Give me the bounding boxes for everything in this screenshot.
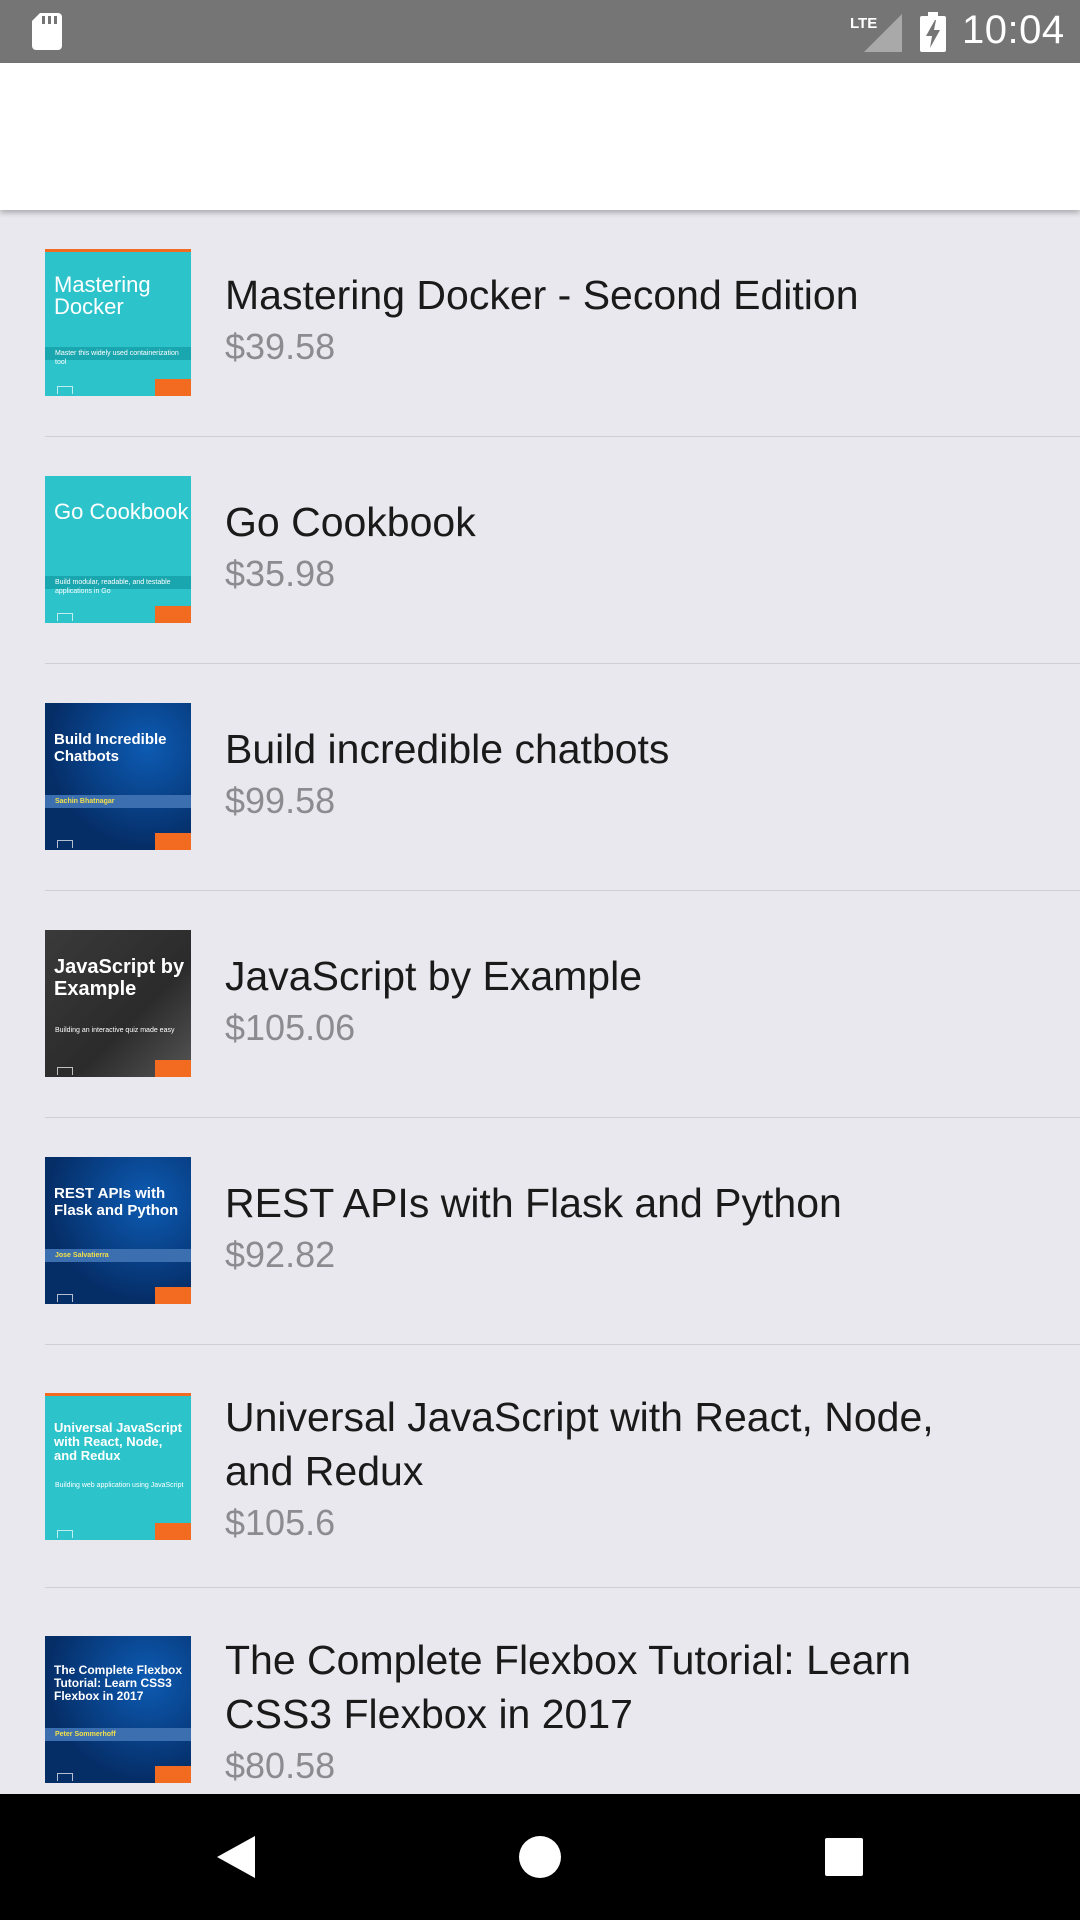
back-button[interactable] [203, 1824, 269, 1890]
book-cover: Mastering Docker Master this widely used… [45, 249, 191, 396]
book-title: Universal JavaScript with React, Node, a… [225, 1394, 934, 1494]
book-price: $92.82 [225, 1234, 336, 1275]
clock: 10:04 [962, 8, 1065, 52]
home-button[interactable] [507, 1824, 573, 1890]
cover-title: Universal JavaScript with React, Node, a… [54, 1420, 182, 1463]
cover-subtitle: Master this widely used containerization… [55, 350, 179, 366]
list-item[interactable]: Mastering Docker Master this widely used… [45, 210, 1080, 437]
recents-button[interactable] [811, 1824, 877, 1890]
cover-subtitle: Build modular, readable, and testable ap… [55, 579, 171, 595]
cover-author: Peter Sommerhoff [45, 1728, 191, 1741]
book-price: $35.98 [225, 553, 336, 594]
recents-square-icon [825, 1838, 863, 1876]
cover-author: Jose Salvatierra [45, 1249, 191, 1262]
book-title: Mastering Docker - Second Edition [225, 272, 859, 318]
book-title: JavaScript by Example [225, 953, 643, 999]
book-info: Universal JavaScript with React, Node, a… [225, 1390, 985, 1546]
book-price: $105.6 [225, 1502, 336, 1543]
book-title: The Complete Flexbox Tutorial: Learn CSS… [225, 1637, 911, 1737]
list-item[interactable]: JavaScript by Example Building an intera… [45, 891, 1080, 1118]
back-triangle-icon [217, 1836, 255, 1878]
status-bar: LTE 10:04 [0, 0, 1080, 63]
cover-title: Go Cookbook [54, 499, 189, 524]
cover-subtitle: Building an interactive quiz made easy [55, 1027, 175, 1034]
book-cover: JavaScript by Example Building an intera… [45, 930, 191, 1077]
cover-title: The Complete Flexbox Tutorial: Learn CSS… [54, 1663, 183, 1703]
book-title: Build incredible chatbots [225, 726, 670, 772]
list-item[interactable]: Go Cookbook Build modular, readable, and… [45, 437, 1080, 664]
home-circle-icon [519, 1836, 561, 1878]
cover-author: Sachin Bhatnagar [45, 795, 191, 808]
cover-title: REST APIs with Flask and Python [54, 1185, 179, 1219]
book-info: Go Cookbook $35.98 [225, 495, 476, 597]
battery-charging-icon [920, 12, 946, 52]
cover-title: JavaScript by Example [54, 956, 185, 1000]
lte-signal-icon: LTE [850, 14, 902, 52]
book-price: $80.58 [225, 1745, 336, 1786]
book-price: $99.58 [225, 780, 336, 821]
sd-card-icon [32, 13, 62, 50]
book-title: Go Cookbook [225, 499, 476, 545]
list-item[interactable]: REST APIs with Flask and Python Jose Sal… [45, 1118, 1080, 1345]
network-label: LTE [850, 15, 877, 32]
list-item[interactable]: Build Incredible Chatbots Sachin Bhatnag… [45, 664, 1080, 891]
book-info: Mastering Docker - Second Edition $39.58 [225, 268, 859, 370]
cover-title: Mastering Docker [54, 272, 151, 319]
app-bar [0, 63, 1080, 210]
navigation-bar [0, 1794, 1080, 1920]
book-price: $105.06 [225, 1007, 356, 1048]
book-info: REST APIs with Flask and Python $92.82 [225, 1176, 842, 1278]
book-info: The Complete Flexbox Tutorial: Learn CSS… [225, 1633, 985, 1789]
list-item[interactable]: The Complete Flexbox Tutorial: Learn CSS… [45, 1588, 1080, 1794]
book-cover: The Complete Flexbox Tutorial: Learn CSS… [45, 1636, 191, 1783]
book-cover: REST APIs with Flask and Python Jose Sal… [45, 1157, 191, 1304]
book-cover: Build Incredible Chatbots Sachin Bhatnag… [45, 703, 191, 850]
cover-title: Build Incredible Chatbots [54, 731, 167, 765]
cover-subtitle: Building web application using JavaScrip… [55, 1482, 184, 1489]
book-info: JavaScript by Example $105.06 [225, 949, 642, 1051]
book-cover: Universal JavaScript with React, Node, a… [45, 1393, 191, 1540]
book-title: REST APIs with Flask and Python [225, 1180, 842, 1226]
book-list[interactable]: Mastering Docker Master this widely used… [0, 210, 1080, 1794]
book-price: $39.58 [225, 326, 336, 367]
book-cover: Go Cookbook Build modular, readable, and… [45, 476, 191, 623]
list-item[interactable]: Universal JavaScript with React, Node, a… [45, 1345, 1080, 1588]
book-info: Build incredible chatbots $99.58 [225, 722, 669, 824]
